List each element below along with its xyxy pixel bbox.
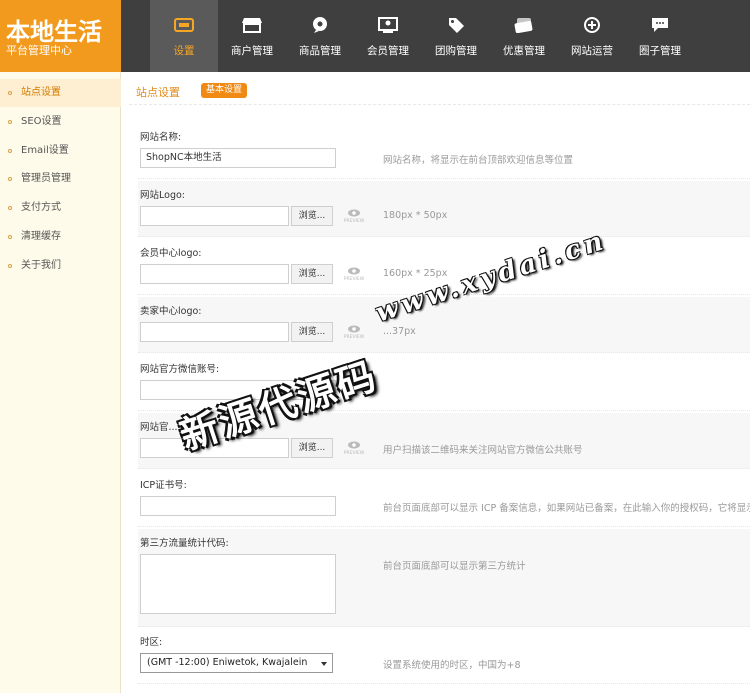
field-label: 网站Logo:	[140, 190, 185, 201]
sidebar-item-payment[interactable]: 支付方式	[0, 194, 121, 222]
divider	[129, 104, 750, 105]
sidebar-item-label: SEO设置	[21, 116, 62, 127]
sidebar-item-label: 清理缓存	[21, 231, 61, 242]
nav-label: 会员管理	[367, 45, 409, 57]
sidebar-item-label: 关于我们	[21, 260, 61, 271]
brand-subtitle: 平台管理中心	[6, 44, 72, 57]
sidebar-item-site-settings[interactable]: 站点设置	[0, 79, 121, 107]
tag-icon	[449, 18, 464, 33]
field-label: ICP证书号:	[140, 480, 187, 491]
operation-icon	[584, 17, 600, 33]
nav-label: 商户管理	[231, 45, 273, 57]
nav-item-settings[interactable]: 设置	[150, 0, 218, 72]
form-row-timezone: 时区: (GMT -12:00) Eniwetok, Kwajalein 设置系…	[138, 628, 750, 684]
form-row-stats-code: 第三方流量统计代码: 前台页面底部可以显示第三方统计	[138, 529, 750, 627]
preview-icon[interactable]: PREVIEW	[343, 208, 365, 226]
member-logo-file-field[interactable]	[140, 264, 289, 284]
field-label: 网站官方微信账号:	[140, 364, 220, 375]
nav-item-members[interactable]: 会员管理	[354, 0, 422, 72]
sidebar-item-about[interactable]: 关于我们	[0, 252, 121, 280]
site-logo-file-field[interactable]	[140, 206, 289, 226]
bullet-icon	[8, 149, 12, 153]
member-icon	[378, 17, 398, 33]
page-title: 站点设置	[136, 86, 180, 99]
bullet-icon	[8, 264, 12, 268]
chat-icon	[652, 18, 668, 32]
form-row-site-name: 网站名称: ShopNC本地生活 网站名称，将显示在前台顶部欢迎信息等位置	[138, 123, 750, 179]
sidebar-item-cache[interactable]: 清理缓存	[0, 223, 121, 251]
field-hint: 180px * 50px	[383, 210, 448, 221]
nav-item-merchants[interactable]: 商户管理	[218, 0, 286, 72]
timezone-select[interactable]: (GMT -12:00) Eniwetok, Kwajalein	[140, 653, 333, 673]
nav-label: 商品管理	[299, 45, 341, 57]
tab-basic-settings[interactable]: 基本设置	[201, 83, 248, 98]
site-name-input[interactable]: ShopNC本地生活	[140, 148, 336, 168]
nav-item-groupbuy[interactable]: 团购管理	[422, 0, 490, 72]
browse-button[interactable]: 浏览...	[291, 206, 333, 226]
field-hint: ...37px	[383, 326, 416, 337]
bullet-icon	[8, 177, 12, 181]
sidebar-item-admins[interactable]: 管理员管理	[0, 165, 121, 193]
field-hint: 前台页面底部可以显示 ICP 备案信息，如果网站已备案，在此输入你的授权码，它将…	[383, 503, 750, 514]
sidebar-item-seo[interactable]: SEO设置	[0, 108, 121, 136]
sidebar: 站点设置 SEO设置 Email设置 管理员管理 支付方式 清理缓存 关于我们	[0, 72, 121, 693]
sidebar-item-email[interactable]: Email设置	[0, 137, 121, 165]
form-row-icp: ICP证书号: 前台页面底部可以显示 ICP 备案信息，如果网站已备案，在此输入…	[138, 471, 750, 527]
preview-icon[interactable]: PREVIEW	[343, 440, 365, 458]
coupon-icon	[514, 18, 533, 33]
nav-item-community[interactable]: 圈子管理	[626, 0, 694, 72]
sidebar-item-label: 站点设置	[21, 87, 61, 98]
browse-button[interactable]: 浏览...	[291, 322, 333, 342]
field-hint: 用户扫描该二维码来关注网站官方微信公共账号	[383, 445, 583, 456]
form-row-site-logo: 网站Logo: 浏览... PREVIEW 180px * 50px	[138, 181, 750, 237]
nav-item-coupons[interactable]: 优惠管理	[490, 0, 558, 72]
stats-code-textarea[interactable]	[140, 554, 336, 614]
nav-item-products[interactable]: 商品管理	[286, 0, 354, 72]
bullet-icon	[8, 120, 12, 124]
browse-button[interactable]: 浏览...	[291, 438, 333, 458]
product-icon	[313, 17, 327, 33]
preview-label: PREVIEW	[343, 335, 365, 340]
nav-label: 设置	[173, 45, 195, 57]
sidebar-item-label: 支付方式	[21, 202, 61, 213]
icp-input[interactable]	[140, 496, 336, 516]
browse-button[interactable]: 浏览...	[291, 264, 333, 284]
field-label: 卖家中心logo:	[140, 306, 202, 317]
main-content: 站点设置 基本设置 网站名称: ShopNC本地生活 网站名称，将显示在前台顶部…	[121, 72, 750, 693]
nav-label: 优惠管理	[503, 45, 545, 57]
field-label: 网站官...	[140, 422, 178, 433]
store-icon	[242, 18, 262, 33]
nav-label: 网站运营	[571, 45, 613, 57]
field-label: 网站名称:	[140, 132, 182, 143]
preview-label: PREVIEW	[343, 451, 365, 456]
seller-logo-file-field[interactable]	[140, 322, 289, 342]
field-label: 第三方流量统计代码:	[140, 538, 229, 549]
field-hint: 网站名称，将显示在前台顶部欢迎信息等位置	[383, 155, 574, 166]
preview-label: PREVIEW	[343, 277, 365, 282]
field-hint: 设置系统使用的时区，中国为+8	[383, 660, 521, 671]
field-hint: 前台页面底部可以显示第三方统计	[383, 561, 526, 572]
bullet-icon	[8, 206, 12, 210]
timezone-selected: (GMT -12:00) Eniwetok, Kwajalein	[147, 657, 308, 668]
nav-item-operation[interactable]: 网站运营	[558, 0, 626, 72]
nav-label: 团购管理	[435, 45, 477, 57]
top-nav: 设置 商户管理 商品管理 会员管理 团购管理 优惠管理 网站运营 圈子管理	[121, 0, 750, 72]
preview-icon[interactable]: PREVIEW	[343, 324, 365, 342]
bullet-icon	[8, 235, 12, 239]
settings-icon	[174, 18, 194, 32]
preview-icon[interactable]: PREVIEW	[343, 266, 365, 284]
field-label: 会员中心logo:	[140, 248, 202, 259]
sidebar-item-label: Email设置	[21, 145, 69, 156]
brand-logo: 本地生活 平台管理中心	[0, 0, 121, 72]
nav-label: 圈子管理	[639, 45, 681, 57]
sidebar-item-label: 管理员管理	[21, 173, 71, 184]
bullet-icon	[8, 91, 12, 95]
preview-label: PREVIEW	[343, 219, 365, 224]
field-label: 时区:	[140, 637, 163, 648]
chevron-down-icon	[321, 662, 327, 666]
